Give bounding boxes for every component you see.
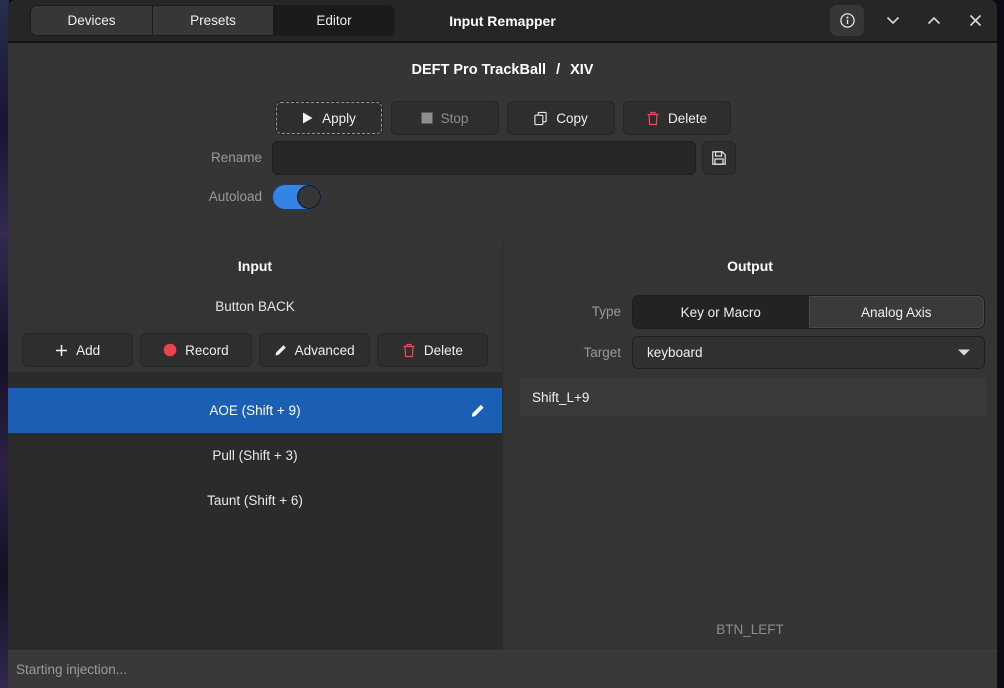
advanced-button[interactable]: Advanced [258,333,370,367]
output-code-editor[interactable]: Shift_L+9 [520,378,986,416]
mapping-row-label: AOE (Shift + 9) [209,403,301,418]
stop-icon [421,112,433,124]
dropdown-caret-icon [958,349,970,356]
rename-label: Rename [210,150,262,165]
target-dropdown-value: keyboard [647,345,703,360]
tab-presets[interactable]: Presets [152,6,273,35]
apply-button[interactable]: Apply [274,101,383,135]
copy-button-label: Copy [556,110,588,126]
autoload-row: Autoload [8,183,997,210]
mapping-row-taunt[interactable]: Taunt (Shift + 6) [8,478,502,523]
mapping-actions: Add Record Advanced Delete [8,333,502,367]
minimize-button[interactable] [881,9,905,33]
preset-section: DEFT Pro TrackBall / XIV Apply Stop Copy… [8,45,997,241]
type-analog-axis-label: Analog Axis [860,304,932,320]
device-name: DEFT Pro TrackBall [411,62,547,78]
type-key-or-macro-label: Key or Macro [680,304,761,320]
close-button[interactable] [963,9,987,33]
mapping-list: AOE (Shift + 9) Pull (Shift + 3) Taunt (… [8,372,502,650]
output-type-switcher: Key or Macro Analog Axis [632,295,985,329]
input-remapper-window: Devices Presets Editor Input Remapper DE… [8,0,997,688]
target-dropdown[interactable]: keyboard [632,336,985,369]
apply-button-label: Apply [322,110,356,126]
output-panel-title: Output [727,258,773,274]
target-label: Target [583,345,621,360]
add-mapping-button[interactable]: Add [22,333,134,367]
type-analog-axis[interactable]: Analog Axis [808,296,984,328]
tab-editor[interactable]: Editor [273,6,394,35]
output-panel: Output Type Key or Macro Analog Axis Tar… [502,241,997,650]
info-icon [839,12,856,29]
save-icon [711,150,727,166]
plus-icon [55,344,68,357]
preset-name: XIV [570,62,594,78]
selected-input-name: Button BACK [215,299,295,314]
record-icon [163,343,177,357]
recorded-input-label: BTN_LEFT [716,622,784,637]
play-icon [301,111,314,125]
copy-icon [533,111,548,126]
maximize-button[interactable] [922,9,946,33]
add-mapping-label: Add [76,342,101,358]
type-key-or-macro[interactable]: Key or Macro [633,296,809,328]
copy-button[interactable]: Copy [506,101,615,135]
autoload-toggle[interactable] [272,184,322,210]
rename-row: Rename [8,141,997,175]
mapping-row-label: Taunt (Shift + 6) [207,493,303,508]
trash-icon [646,111,660,126]
tab-devices-label: Devices [67,13,116,28]
trash-icon [402,343,416,358]
chevron-down-icon [886,16,900,25]
delete-mapping-button[interactable]: Delete [376,333,488,367]
delete-mapping-label: Delete [423,342,463,358]
mapping-row-label: Pull (Shift + 3) [212,448,298,463]
output-code-text: Shift_L+9 [532,389,590,405]
mapping-row-aoe[interactable]: AOE (Shift + 9) [8,388,502,433]
input-panel: Input Button BACK Add Record Advanced De… [8,241,502,650]
output-type-row: Type Key or Macro Analog Axis [503,295,997,329]
help-button[interactable] [830,5,864,36]
tab-editor-label: Editor [316,13,352,28]
type-label: Type [591,304,621,319]
pencil-icon [274,344,287,357]
window-controls [830,0,987,41]
rename-input[interactable] [272,141,696,175]
delete-preset-button-label: Delete [667,110,708,126]
record-label: Record [185,342,229,358]
preset-actions: Apply Stop Copy Delete [8,101,997,135]
rename-save-button[interactable] [702,141,736,175]
delete-preset-button[interactable]: Delete [622,101,731,135]
stop-button[interactable]: Stop [390,101,499,135]
record-button[interactable]: Record [140,333,252,367]
statusbar: Starting injection... [8,650,997,688]
mapping-row-pull[interactable]: Pull (Shift + 3) [8,433,502,478]
autoload-label: Autoload [208,189,262,204]
stop-button-label: Stop [440,110,469,126]
headerbar: Devices Presets Editor Input Remapper [8,0,997,43]
advanced-label: Advanced [294,342,355,358]
status-message: Starting injection... [16,662,128,677]
view-tab-group: Devices Presets Editor [30,5,395,36]
tab-presets-label: Presets [190,13,236,28]
close-icon [969,14,982,27]
input-panel-title: Input [237,258,273,274]
window-title: Input Remapper [449,12,556,29]
breadcrumb-separator: / [556,62,561,78]
target-row: Target keyboard [503,336,997,370]
breadcrumb: DEFT Pro TrackBall / XIV [8,62,997,78]
toggle-knob [297,185,321,209]
chevron-up-icon [927,16,941,25]
tab-devices[interactable]: Devices [31,6,152,35]
pencil-icon [470,403,485,418]
